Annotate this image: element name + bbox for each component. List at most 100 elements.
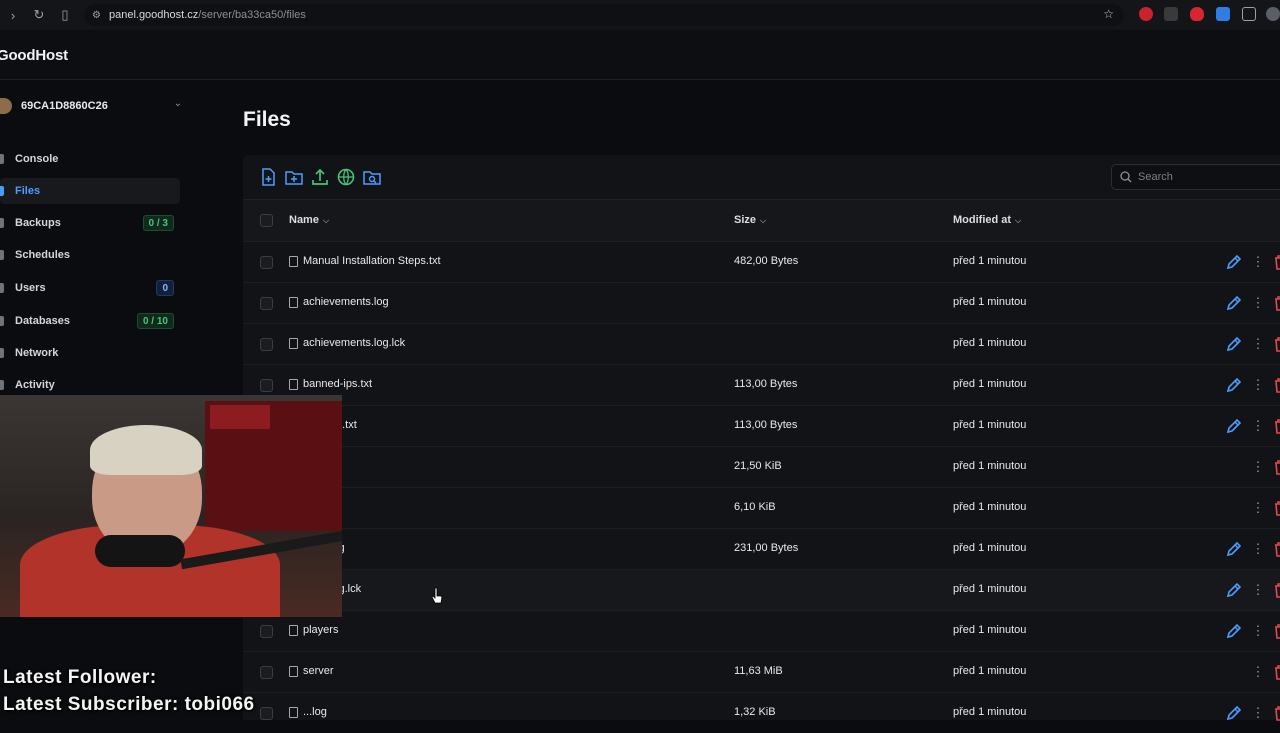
extension-icon[interactable] [1216, 7, 1230, 21]
table-row[interactable]: ance.log.lckpřed 1 minutou⋮ [243, 569, 1280, 610]
site-settings-icon[interactable]: ⚙ [92, 10, 101, 21]
edit-pencil-icon[interactable] [1225, 622, 1243, 640]
delete-trash-icon[interactable] [1273, 253, 1280, 271]
more-options-icon[interactable]: ⋮ [1251, 540, 1265, 558]
table-row[interactable]: ance.log231,00 Bytespřed 1 minutou⋮ [243, 528, 1280, 569]
brand-logo[interactable]: GoodHost [0, 47, 68, 64]
folder-search-icon[interactable] [363, 168, 381, 186]
network-icon [0, 348, 4, 358]
file-name[interactable]: achievements.log.lck [289, 337, 405, 349]
more-options-icon[interactable]: ⋮ [1251, 499, 1265, 517]
delete-trash-icon[interactable] [1273, 663, 1280, 681]
sidebar-item-backups[interactable]: Backups 0 / 3 [0, 210, 180, 236]
sidebar-item-databases[interactable]: Databases 0 / 10 [0, 308, 180, 334]
edit-pencil-icon[interactable] [1225, 704, 1243, 722]
file-size: 1,32 KiB [734, 706, 776, 718]
extension-icon[interactable] [1164, 7, 1178, 21]
new-file-icon[interactable] [259, 168, 277, 186]
sidebar-item-network[interactable]: Network [0, 340, 180, 366]
row-checkbox[interactable] [260, 379, 273, 392]
webcam-chair-detail [210, 405, 270, 429]
more-options-icon[interactable]: ⋮ [1251, 704, 1265, 722]
more-options-icon[interactable]: ⋮ [1251, 253, 1265, 271]
column-header-modified[interactable]: Modified at ⌵ [953, 214, 1021, 226]
delete-trash-icon[interactable] [1273, 417, 1280, 435]
delete-trash-icon[interactable] [1273, 294, 1280, 312]
delete-trash-icon[interactable] [1273, 499, 1280, 517]
sidebar-item-users[interactable]: Users 0 [0, 275, 180, 301]
file-size: 113,00 Bytes [734, 419, 798, 431]
extension-icon[interactable] [1139, 7, 1153, 21]
row-checkbox[interactable] [260, 338, 273, 351]
edit-pencil-icon[interactable] [1225, 417, 1243, 435]
delete-trash-icon[interactable] [1273, 581, 1280, 599]
extension-icon[interactable] [1242, 7, 1256, 21]
more-options-icon[interactable]: ⋮ [1251, 458, 1265, 476]
file-name[interactable]: Manual Installation Steps.txt [289, 255, 441, 267]
row-checkbox[interactable] [260, 297, 273, 310]
more-options-icon[interactable]: ⋮ [1251, 376, 1265, 394]
extension-icon[interactable] [1266, 7, 1280, 21]
row-checkbox[interactable] [260, 707, 273, 720]
row-checkbox[interactable] [260, 256, 273, 269]
sidebar-item-files[interactable]: Files [0, 178, 180, 204]
table-row[interactable]: achievements.log.lck před 1 minutou ⋮ [243, 323, 1280, 364]
more-options-icon[interactable]: ⋮ [1251, 335, 1265, 353]
reload-icon[interactable]: ↻ [28, 4, 50, 26]
more-options-icon[interactable]: ⋮ [1251, 663, 1265, 681]
edit-pencil-icon[interactable] [1225, 581, 1243, 599]
split-view-icon[interactable]: ▯ [54, 4, 76, 26]
sidebar-item-schedules[interactable]: Schedules [0, 242, 180, 268]
delete-trash-icon[interactable] [1273, 704, 1280, 722]
table-row[interactable]: server 11,63 MiB před 1 minutou ⋮ [243, 651, 1280, 692]
bookmark-star-icon[interactable]: ☆ [1103, 7, 1114, 21]
table-row[interactable]: -players.txt113,00 Bytespřed 1 minutou⋮ [243, 405, 1280, 446]
search-box[interactable] [1111, 164, 1280, 190]
new-folder-icon[interactable] [285, 168, 303, 186]
table-row[interactable]: achievements.log před 1 minutou ⋮ [243, 282, 1280, 323]
file-name[interactable]: server [289, 665, 334, 677]
table-header: Name ⌵ Size ⌵ Modified at ⌵ [243, 199, 1280, 241]
edit-pencil-icon[interactable] [1225, 335, 1243, 353]
file-modified: před 1 minutou [953, 419, 1027, 431]
column-header-size[interactable]: Size ⌵ [734, 214, 766, 226]
table-row[interactable]: ripts.zip6,10 KiBpřed 1 minutou⋮ [243, 487, 1280, 528]
more-options-icon[interactable]: ⋮ [1251, 417, 1265, 435]
row-checkbox[interactable] [260, 666, 273, 679]
table-row[interactable]: banned-ips.txt 113,00 Bytes před 1 minutou… [243, 364, 1280, 405]
sidebar-item-label: Databases [15, 315, 71, 327]
server-selector[interactable]: 69CA1D8860C26 ⌄ [0, 96, 190, 116]
file-name[interactable]: achievements.log [289, 296, 389, 308]
select-all-checkbox[interactable] [260, 214, 273, 227]
more-options-icon[interactable]: ⋮ [1251, 581, 1265, 599]
edit-pencil-icon[interactable] [1225, 294, 1243, 312]
table-row[interactable]: ...log 1,32 KiB před 1 minutou ⋮ [243, 692, 1280, 733]
remote-download-icon[interactable] [337, 168, 355, 186]
table-row[interactable]: players před 1 minutou ⋮ [243, 610, 1280, 651]
file-name[interactable]: players [289, 624, 338, 636]
forward-icon[interactable]: › [2, 4, 24, 26]
column-header-name[interactable]: Name ⌵ [289, 214, 329, 226]
delete-trash-icon[interactable] [1273, 376, 1280, 394]
file-name[interactable]: ...log [289, 706, 327, 718]
row-checkbox[interactable] [260, 625, 273, 638]
table-row[interactable]: ripts.tar21,50 KiBpřed 1 minutou⋮ [243, 446, 1280, 487]
file-modified: před 1 minutou [953, 255, 1027, 267]
extension-icon[interactable] [1190, 7, 1204, 21]
sidebar-item-console[interactable]: Console [0, 146, 180, 172]
edit-pencil-icon[interactable] [1225, 376, 1243, 394]
address-bar[interactable]: ⚙ panel.goodhost.cz/server/ba33ca50/file… [84, 4, 1124, 26]
file-name[interactable]: banned-ips.txt [289, 378, 372, 390]
delete-trash-icon[interactable] [1273, 458, 1280, 476]
edit-pencil-icon[interactable] [1225, 253, 1243, 271]
more-options-icon[interactable]: ⋮ [1251, 294, 1265, 312]
edit-pencil-icon[interactable] [1225, 540, 1243, 558]
delete-trash-icon[interactable] [1273, 335, 1280, 353]
users-icon [0, 283, 4, 293]
upload-icon[interactable] [311, 168, 329, 186]
more-options-icon[interactable]: ⋮ [1251, 622, 1265, 640]
search-input[interactable] [1138, 171, 1278, 183]
table-row[interactable]: Manual Installation Steps.txt 482,00 Byte… [243, 241, 1280, 282]
delete-trash-icon[interactable] [1273, 540, 1280, 558]
delete-trash-icon[interactable] [1273, 622, 1280, 640]
